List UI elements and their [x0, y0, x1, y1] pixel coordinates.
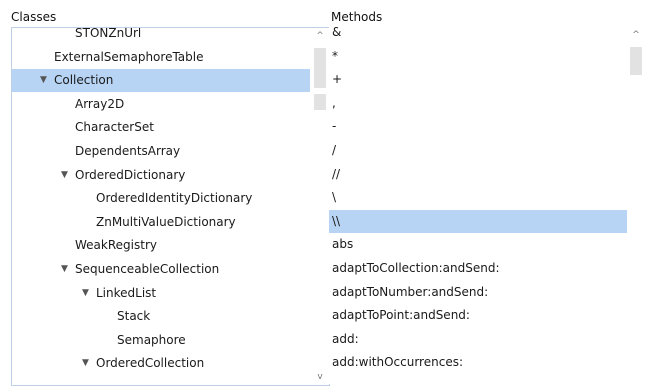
class-tree-item[interactable]: OrderedIdentityDictionary: [12, 187, 310, 210]
class-tree-item[interactable]: Array2D: [12, 93, 310, 116]
class-tree-item[interactable]: ExternalSemaphoreTable: [12, 46, 310, 69]
expand-triangle-icon[interactable]: ▼: [40, 69, 47, 92]
method-list-item-label: +: [332, 72, 343, 87]
class-tree-item[interactable]: ▼ Collection: [12, 69, 310, 93]
method-list-item[interactable]: /: [329, 139, 627, 162]
method-list-item-label: //: [332, 166, 341, 181]
methods-scroll-thumb[interactable]: [630, 47, 642, 75]
method-list-item-label: \: [332, 190, 337, 205]
class-tree-item[interactable]: WeakRegistry: [12, 234, 310, 257]
method-list-item[interactable]: //: [329, 163, 627, 186]
method-list-item-label: -: [332, 119, 337, 134]
method-list-item[interactable]: adaptToPoint:andSend:: [329, 304, 627, 327]
method-list-item-label: *: [332, 48, 338, 63]
class-tree-item-label: STONZnUrl: [75, 27, 142, 40]
method-list-item[interactable]: add:: [329, 328, 627, 351]
method-list-item[interactable]: -: [329, 115, 627, 138]
class-tree-item-label: SequenceableCollection: [75, 262, 220, 276]
scroll-up-icon[interactable]: ^: [311, 28, 329, 44]
class-tree-item[interactable]: ▼ OrderedDictionary: [12, 164, 310, 187]
method-list-item-label: add:: [332, 331, 359, 346]
expand-triangle-icon[interactable]: ▼: [82, 352, 89, 375]
method-list-item[interactable]: abs: [329, 233, 627, 256]
classes-scrollbar[interactable]: ^ v: [311, 28, 329, 385]
expand-triangle-icon[interactable]: ▼: [61, 258, 68, 281]
class-tree-item-label: Collection: [54, 73, 114, 88]
class-tree-item-label: CharacterSet: [75, 120, 154, 135]
class-tree-item-label: ExternalSemaphoreTable: [54, 49, 204, 64]
class-tree-item-label: LinkedList: [96, 285, 157, 300]
classes-pane-title: Classes: [11, 10, 57, 24]
method-list-item[interactable]: +: [329, 68, 627, 91]
method-list-item-label: ,: [332, 95, 336, 110]
class-tree-item-label: OrderedCollection: [96, 356, 205, 371]
method-list-item-label: adaptToNumber:andSend:: [332, 284, 489, 299]
method-list-item[interactable]: adaptToNumber:andSend:: [329, 281, 627, 304]
method-list-item-label: adaptToCollection:andSend:: [332, 261, 500, 275]
scroll-down-icon[interactable]: v: [311, 369, 329, 385]
expand-triangle-icon[interactable]: ▼: [61, 164, 68, 187]
method-list-item[interactable]: ,: [329, 92, 627, 115]
scroll-up-icon[interactable]: ^: [627, 27, 645, 43]
class-tree-item-label: ZnMultiValueDictionary: [96, 214, 236, 229]
class-tree-item[interactable]: STONZnUrl: [12, 27, 310, 45]
class-tree-item-label: Array2D: [75, 96, 125, 111]
class-tree-item-label: WeakRegistry: [75, 238, 157, 253]
class-tree-item[interactable]: ▼ OrderedCollection: [12, 352, 310, 375]
class-tree-item[interactable]: Semaphore: [12, 329, 310, 352]
class-tree-item[interactable]: CharacterSet: [12, 116, 310, 139]
class-tree-item[interactable]: ZnMultiValueDictionary: [12, 211, 310, 234]
method-list-item-label: adaptToPoint:andSend:: [332, 308, 470, 323]
method-list-item-label: \\: [332, 213, 341, 228]
method-list-item[interactable]: *: [329, 45, 627, 68]
method-list-item[interactable]: add:withOccurrences:: [329, 351, 627, 374]
class-tree-item[interactable]: ▼ SequenceableCollection: [12, 258, 310, 281]
class-tree-item[interactable]: DependentsArray: [12, 140, 310, 163]
class-tree-item[interactable]: Stack: [12, 305, 310, 328]
method-list-item-label: &: [332, 27, 342, 39]
method-list-item-label: /: [332, 143, 337, 157]
methods-pane-title: Methods: [331, 10, 383, 24]
class-tree-item-label: OrderedIdentityDictionary: [96, 191, 253, 206]
class-tree-item-label: Semaphore: [117, 332, 186, 347]
class-tree-item-label: OrderedDictionary: [75, 167, 186, 182]
method-list-item[interactable]: adaptToCollection:andSend:: [329, 257, 627, 280]
classes-scroll-thumb[interactable]: [314, 48, 326, 88]
classes-list[interactable]: STONZnUrl ExternalSemaphoreTable ▼ Collecti…: [11, 27, 330, 386]
methods-list[interactable]: & * +, - ///\ \\ abs adaptToCollection:andSend:…: [329, 27, 650, 384]
method-list-item[interactable]: \\: [329, 209, 627, 233]
class-tree-item-label: DependentsArray: [75, 144, 181, 158]
class-tree-item[interactable]: ▼ LinkedList: [12, 282, 310, 305]
method-list-item-label: add:withOccurrences:: [332, 355, 463, 370]
method-list-item[interactable]: \: [329, 186, 627, 209]
classes-scroll-marker: [314, 94, 326, 110]
methods-scrollbar[interactable]: ^: [627, 27, 645, 384]
expand-triangle-icon[interactable]: ▼: [82, 282, 89, 305]
class-tree-item-label: Stack: [117, 309, 151, 324]
method-list-item-label: abs: [332, 237, 354, 252]
method-list-item[interactable]: &: [329, 27, 627, 44]
